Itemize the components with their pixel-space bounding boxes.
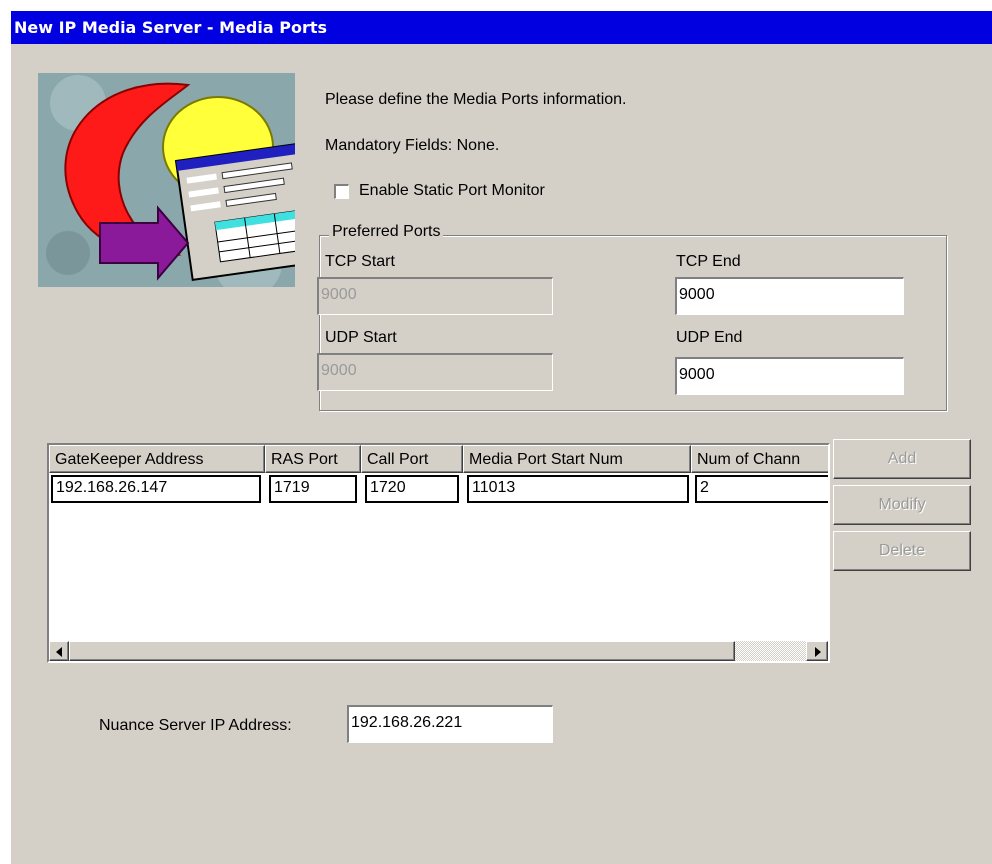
enable-static-port-monitor-label[interactable]: Enable Static Port Monitor	[359, 182, 545, 200]
triangle-left-icon	[56, 647, 62, 657]
wizard-logo-art	[38, 73, 295, 287]
gatekeeper-list[interactable]: GateKeeper Address RAS Port Call Port Me…	[47, 443, 830, 663]
dialog-window: New IP Media Server - Media Ports Please…	[10, 10, 992, 864]
row-cell-ras-port[interactable]: 1719	[269, 475, 357, 503]
modify-button[interactable]: Modify	[833, 485, 971, 525]
scroll-right-button[interactable]	[806, 641, 828, 661]
row-cell-call-port[interactable]: 1720	[365, 475, 459, 503]
column-header-num-of-channels[interactable]: Num of Chann	[691, 445, 828, 473]
horizontal-scrollbar[interactable]	[49, 641, 828, 661]
enable-static-port-monitor-checkbox[interactable]	[334, 184, 349, 199]
mandatory-fields-note: Mandatory Fields: None.	[325, 137, 500, 154]
row-cell-num-of-channels[interactable]: 2	[695, 475, 828, 503]
udp-end-input[interactable]: 9000	[675, 357, 904, 395]
tcp-start-label: TCP Start	[325, 253, 395, 270]
udp-start-input[interactable]: 9000	[317, 353, 553, 391]
row-cell-media-port-start-num[interactable]: 11013	[467, 475, 689, 503]
add-button[interactable]: Add	[833, 439, 971, 479]
gatekeeper-list-header: GateKeeper Address RAS Port Call Port Me…	[49, 445, 828, 473]
column-header-call-port[interactable]: Call Port	[361, 445, 463, 473]
intro-prompt: Please define the Media Ports informatio…	[325, 91, 627, 108]
nuance-server-ip-label: Nuance Server IP Address:	[99, 717, 292, 734]
nuance-server-ip-input[interactable]: 192.168.26.221	[347, 705, 553, 743]
udp-end-label: UDP End	[676, 329, 743, 346]
scrollbar-thumb[interactable]	[69, 641, 735, 661]
row-cell-gatekeeper-address[interactable]: 192.168.26.147	[51, 475, 261, 503]
column-header-ras-port[interactable]: RAS Port	[265, 445, 361, 473]
delete-button[interactable]: Delete	[833, 531, 971, 571]
udp-start-label: UDP Start	[325, 329, 397, 346]
window-title: New IP Media Server - Media Ports	[11, 11, 992, 44]
tcp-end-input[interactable]: 9000	[675, 277, 904, 315]
wizard-logo	[38, 73, 295, 287]
column-header-gatekeeper-address[interactable]: GateKeeper Address	[49, 445, 265, 473]
triangle-right-icon	[815, 647, 821, 657]
column-header-media-port-start-num[interactable]: Media Port Start Num	[463, 445, 691, 473]
preferred-ports-group-label: Preferred Ports	[329, 223, 444, 241]
scroll-left-button[interactable]	[49, 641, 69, 661]
tcp-end-label: TCP End	[676, 253, 741, 270]
tcp-start-input[interactable]: 9000	[317, 277, 553, 315]
